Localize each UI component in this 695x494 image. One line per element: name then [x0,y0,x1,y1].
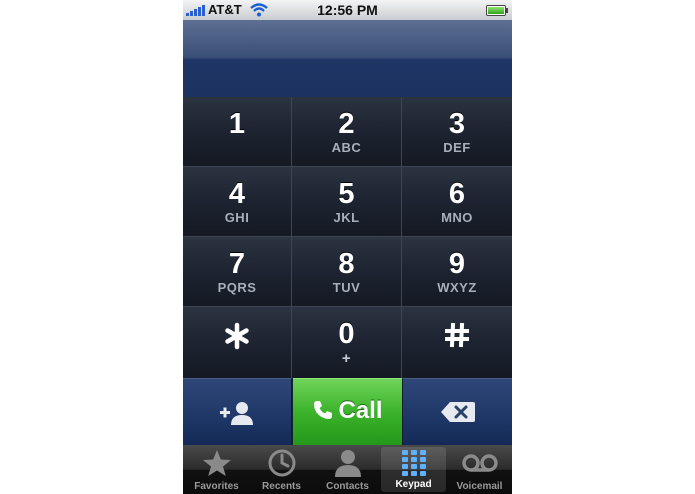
add-contact-button[interactable] [183,378,292,445]
key-letters: WXYZ [437,280,477,295]
phone-icon [314,401,333,419]
key-letters: TUV [332,280,361,295]
person-icon [334,450,361,477]
key-letters: JKL [333,210,360,225]
key-letters: PQRS [217,280,257,295]
key-6[interactable]: 6 MNO [402,167,512,237]
asterisk-icon [225,322,249,350]
key-digit: 2 [338,108,355,140]
tab-label: Voicemail [456,481,503,492]
key-star[interactable] [183,307,292,378]
call-label: Call [338,397,383,424]
key-digit: 4 [228,178,246,210]
key-letters: ABC [331,140,362,155]
key-digit: 0 [338,318,355,350]
star-icon [202,450,231,476]
key-5[interactable]: 5 JKL [292,167,402,237]
key-digit: 3 [448,108,466,140]
key-digit: 6 [448,178,466,210]
battery-icon [486,5,508,16]
delete-button[interactable] [402,378,512,445]
key-7[interactable]: 7 PQRS [183,237,292,307]
tab-bar: Favorites Recents Contacts Keypad Voicem… [183,445,512,494]
call-button[interactable]: Call [293,378,402,445]
clock-icon [268,449,295,477]
key-9[interactable]: 9 WXYZ [402,237,512,307]
key-letters: + [341,350,352,367]
action-row: Call [183,378,512,445]
status-time: 12:56 PM [317,2,378,18]
key-digit: 7 [228,248,246,280]
voicemail-icon [461,454,498,472]
tab-contacts[interactable]: Contacts [315,445,380,494]
key-pound[interactable] [402,307,512,378]
key-2[interactable]: 2 ABC [292,97,402,167]
keypad-icon [401,450,426,476]
tab-label: Contacts [326,481,369,492]
keypad: 1 2 ABC 3 DEF 4 GHI 5 JKL 6 MNO 7 PQRS 8 [183,97,512,378]
pound-icon [445,322,469,348]
tab-label: Keypad [395,479,432,490]
key-letters: DEF [443,140,471,155]
key-4[interactable]: 4 GHI [183,167,292,237]
key-digit: 8 [338,248,355,280]
tab-voicemail[interactable]: Voicemail [447,445,512,494]
key-8[interactable]: 8 TUV [292,237,402,307]
tab-recents[interactable]: Recents [249,445,314,494]
backspace-icon [440,402,475,422]
tab-favorites[interactable]: Favorites [184,445,249,494]
key-digit: 9 [448,248,466,280]
tab-keypad[interactable]: Keypad [381,447,446,492]
key-letters: GHI [224,210,250,225]
key-0[interactable]: 0 + [292,307,402,378]
status-bar: AT&T 12:56 PM [183,0,512,21]
key-1[interactable]: 1 [183,97,292,167]
tab-label: Favorites [194,481,239,492]
key-digit: 5 [338,178,355,210]
number-display [183,20,512,98]
tab-label: Recents [262,481,301,492]
key-3[interactable]: 3 DEF [402,97,512,167]
phone-screen: AT&T 12:56 PM 1 2 ABC 3 DEF 4 GHI 5 JKL … [183,0,512,494]
key-digit: 1 [228,108,246,140]
key-letters: MNO [441,210,473,225]
add-contact-icon [220,402,253,425]
